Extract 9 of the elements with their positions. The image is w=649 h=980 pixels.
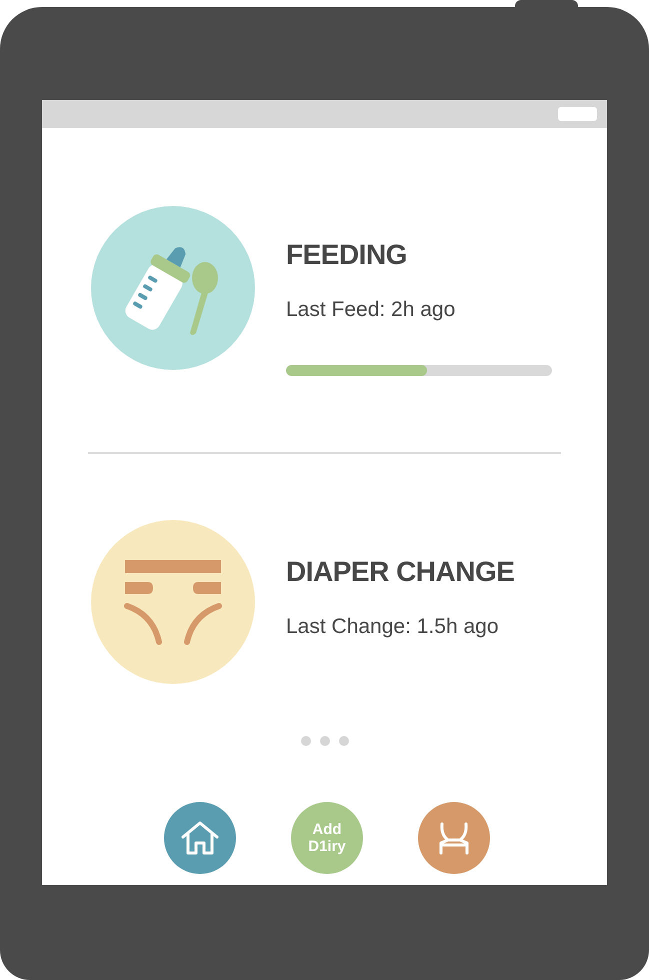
card-subtitle: Last Change: 1.5h ago (286, 614, 500, 640)
diaper-icon (123, 557, 223, 647)
card-subtitle: Last Feed: 2h ago (286, 297, 456, 323)
card-title: DIAPER CHANGE (286, 555, 514, 589)
add-diary-button[interactable]: Add D1iry (291, 802, 363, 874)
chair-icon (437, 821, 471, 855)
battery-icon (558, 107, 597, 121)
card-title: FEEDING (286, 238, 408, 272)
home-icon (180, 820, 220, 856)
